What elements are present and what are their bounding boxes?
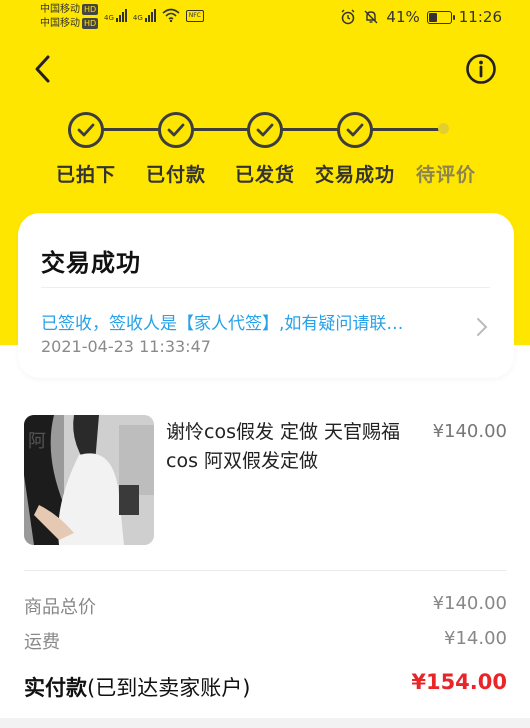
delivery-time: 2021-04-23 11:33:47	[41, 337, 211, 356]
paid-note: (已到达卖家账户)	[87, 676, 251, 700]
step-label: 已付款	[145, 164, 207, 186]
battery-icon	[426, 10, 455, 24]
signal-icon: 4G	[133, 9, 156, 22]
hd-badge: HD	[82, 3, 99, 15]
paid-label-row: 实付款(已到达卖家账户)	[24, 672, 250, 702]
clock: 11:26	[458, 8, 502, 26]
alarm-icon	[341, 9, 355, 25]
step-label: 待评价	[415, 164, 477, 186]
step-check-icon	[68, 112, 104, 148]
step-label: 已发货	[234, 164, 296, 186]
shipping-label: 运费	[24, 632, 60, 653]
step-pending-dot	[438, 123, 449, 134]
hd-badge: HD	[82, 17, 99, 29]
step-check-icon	[247, 112, 283, 148]
step-check-icon	[337, 112, 373, 148]
product-price: ¥140.00	[432, 421, 507, 442]
signal-icon: 4G	[104, 9, 127, 22]
nfc-icon: NFC	[185, 10, 204, 22]
shipping-value: ¥14.00	[444, 628, 507, 649]
info-icon[interactable]	[465, 53, 497, 85]
total-value: ¥140.00	[432, 593, 507, 614]
signal-icons: 4G 4G NFC	[104, 8, 204, 22]
battery-percent: 41%	[386, 8, 420, 26]
divider	[24, 570, 507, 571]
product-photo: 阿	[24, 415, 154, 545]
step-check-icon	[158, 112, 194, 148]
paid-label: 实付款	[24, 676, 87, 700]
total-label: 商品总价	[24, 597, 96, 618]
svg-text:阿: 阿	[28, 431, 46, 452]
mute-bell-icon	[364, 10, 378, 24]
bottom-strip	[0, 718, 530, 728]
order-status-title: 交易成功	[41, 249, 141, 277]
wifi-icon	[162, 8, 180, 22]
back-arrow-icon[interactable]	[32, 54, 54, 84]
product-image[interactable]: 阿	[24, 415, 154, 545]
delivery-message[interactable]: 已签收，签收人是【家人代签】,如有疑问请联…	[41, 309, 403, 334]
chevron-right-icon[interactable]	[476, 317, 488, 337]
step-label: 交易成功	[314, 164, 396, 186]
paid-value: ¥154.00	[411, 670, 507, 694]
product-title[interactable]: 谢怜cos假发 定做 天官赐福cos 阿双假发定做	[166, 418, 411, 476]
step-label: 已拍下	[55, 164, 117, 186]
divider	[41, 287, 490, 288]
carrier-info: 中国移动 HD 中国移动 HD	[40, 3, 99, 31]
carrier-1: 中国移动	[40, 4, 80, 15]
order-status-card: 交易成功 已签收，签收人是【家人代签】,如有疑问请联… 2021-04-23 1…	[18, 213, 514, 378]
carrier-2: 中国移动	[40, 18, 80, 29]
status-right: 41% 11:26	[340, 8, 502, 26]
